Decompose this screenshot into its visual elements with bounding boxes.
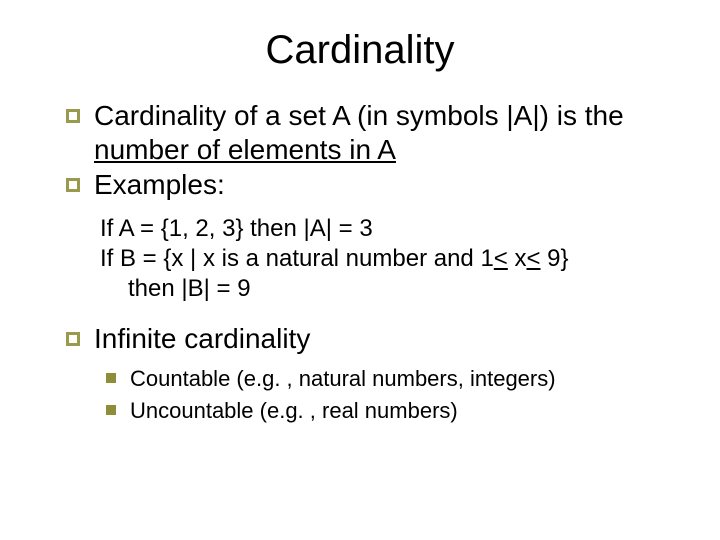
bullet-item-definition: Cardinality of a set A (in symbols |A|) … [66, 99, 680, 166]
examples-block: If A = {1, 2, 3} then |A| = 3 If B = {x … [100, 214, 680, 304]
example-2-mid: x [508, 245, 527, 272]
square-open-bullet-icon [66, 109, 80, 123]
example-2-part1: If B = {x | x is a natural number and 1 [100, 245, 494, 272]
bullet-text: Cardinality of a set A (in symbols |A|) … [94, 99, 680, 166]
bullet-text: Infinite cardinality [94, 322, 310, 356]
square-open-bullet-icon [66, 178, 80, 192]
definition-prefix: Cardinality of a set A (in symbols |A|) … [94, 100, 624, 131]
sub-bullet-uncountable: Uncountable (e.g. , real numbers) [106, 397, 680, 425]
slide: Cardinality Cardinality of a set A (in s… [0, 0, 720, 540]
bullet-text: Examples: [94, 168, 225, 202]
example-2-part2: 9} [541, 245, 569, 272]
bullet-group-2: Infinite cardinality [66, 322, 680, 356]
sub-bullet-group: Countable (e.g. , natural numbers, integ… [106, 365, 680, 424]
square-open-bullet-icon [66, 332, 80, 346]
sub-bullet-countable: Countable (e.g. , natural numbers, integ… [106, 365, 680, 393]
le-underline-2: < [526, 245, 540, 272]
bullet-item-examples: Examples: [66, 168, 680, 202]
slide-title: Cardinality [40, 28, 680, 73]
example-line-2: If B = {x | x is a natural number and 1<… [100, 244, 680, 274]
example-line-1: If A = {1, 2, 3} then |A| = 3 [100, 214, 680, 244]
definition-underlined: number of elements in A [94, 134, 396, 165]
sub-bullet-text: Uncountable (e.g. , real numbers) [130, 397, 458, 425]
square-solid-bullet-icon [106, 405, 116, 415]
bullet-group-1: Cardinality of a set A (in symbols |A|) … [66, 99, 680, 202]
sub-bullet-text: Countable (e.g. , natural numbers, integ… [130, 365, 556, 393]
example-line-3: then |B| = 9 [100, 274, 680, 304]
le-underline-1: < [494, 245, 508, 272]
bullet-item-infinite: Infinite cardinality [66, 322, 680, 356]
square-solid-bullet-icon [106, 373, 116, 383]
